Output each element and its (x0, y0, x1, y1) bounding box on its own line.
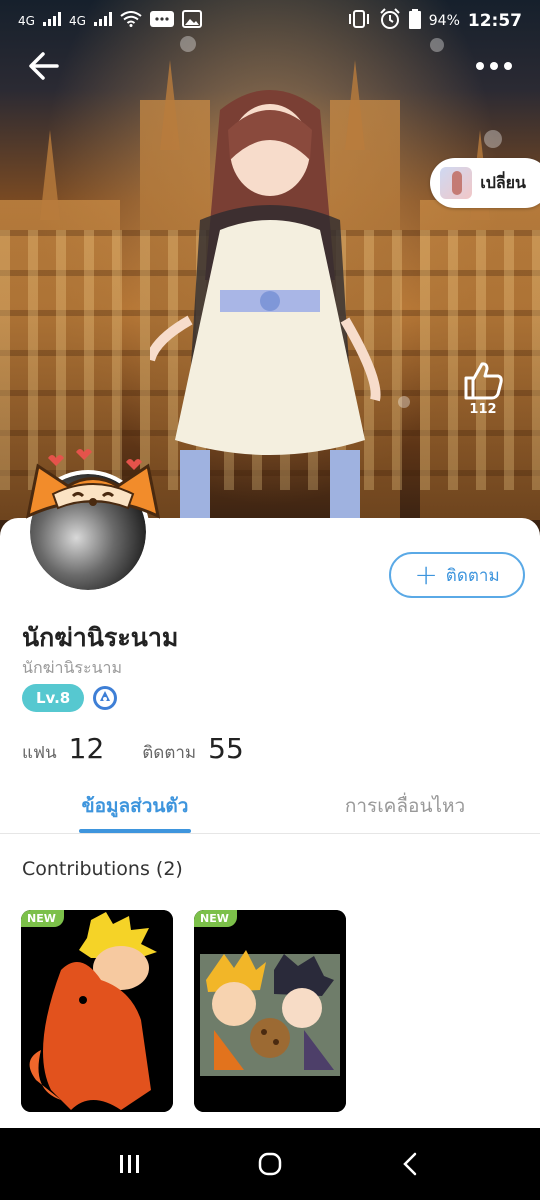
follow-button[interactable]: + ติดตาม (389, 552, 525, 598)
signal-icon (93, 12, 112, 30)
follow-label: ติดตาม (445, 565, 500, 586)
fans-label[interactable]: แฟน (22, 739, 57, 766)
profile-avatar[interactable] (18, 446, 168, 596)
contribution-thumbnail (194, 910, 346, 1112)
alarm-icon (379, 8, 401, 34)
gallery-icon (181, 10, 202, 32)
avatar-character-illustration (150, 90, 381, 520)
message-icon (149, 10, 174, 32)
arrow-left-icon (29, 52, 59, 80)
contribution-card[interactable]: NEW (194, 910, 346, 1112)
chevron-left-icon (403, 1152, 417, 1176)
recent-apps-icon (120, 1155, 139, 1173)
profile-handle: นักฆ่านิระนาม (22, 658, 123, 677)
change-avatar-label: เปลี่ยน (480, 172, 526, 192)
profile-tabs: ข้อมูลส่วนตัว การเคลื่อนไหว (0, 778, 540, 834)
more-dot-icon (504, 62, 512, 70)
fox-hat-frame-icon (25, 449, 161, 519)
system-nav-bar (0, 1128, 540, 1200)
plus-icon: + (414, 558, 438, 591)
network-indicator-2: 4G (68, 14, 86, 28)
like-button[interactable]: 112 (462, 360, 504, 417)
new-badge: NEW (21, 910, 64, 927)
back-button[interactable] (20, 42, 68, 90)
tab-profile-info[interactable]: ข้อมูลส่วนตัว (0, 778, 270, 833)
level-badge[interactable]: Lv.8 (22, 684, 85, 712)
more-dot-icon (490, 62, 498, 70)
vibrate-icon (347, 10, 371, 32)
recent-apps-button[interactable] (100, 1134, 160, 1194)
change-avatar-button[interactable]: เปลี่ยน (430, 158, 540, 208)
clock: 12:57 (467, 11, 522, 31)
contributions-title: Contributions (2) (22, 858, 183, 880)
contribution-thumbnail (21, 910, 173, 1112)
new-badge: NEW (194, 910, 237, 927)
more-options-button[interactable] (466, 42, 522, 90)
status-bar: 4G 4G 94% 12:57 (0, 0, 540, 42)
home-icon (258, 1152, 282, 1176)
profile-stats: แฟน 12 ติดตาม 55 (22, 732, 282, 766)
wifi-icon (120, 11, 142, 31)
tab-activity[interactable]: การเคลื่อนไหว (270, 778, 540, 833)
profile-badges: Lv.8 (22, 684, 118, 712)
following-label[interactable]: ติดตาม (142, 739, 196, 766)
battery-percent: 94% (428, 13, 460, 29)
fans-count[interactable]: 12 (69, 732, 105, 765)
thumbs-up-icon (464, 362, 503, 400)
avatar-thumbnail (440, 167, 473, 199)
following-count[interactable]: 55 (208, 732, 244, 765)
signal-icon (42, 12, 61, 30)
contribution-card[interactable]: NEW (21, 910, 173, 1112)
more-dot-icon (476, 62, 484, 70)
rank-badge-icon[interactable] (92, 685, 118, 711)
like-count: 112 (469, 402, 497, 417)
system-back-button[interactable] (380, 1134, 440, 1194)
profile-name: นักฆ่านิระนาม (22, 623, 179, 652)
battery-icon (408, 9, 421, 33)
network-indicator-1: 4G (18, 14, 35, 28)
home-button[interactable] (240, 1134, 300, 1194)
